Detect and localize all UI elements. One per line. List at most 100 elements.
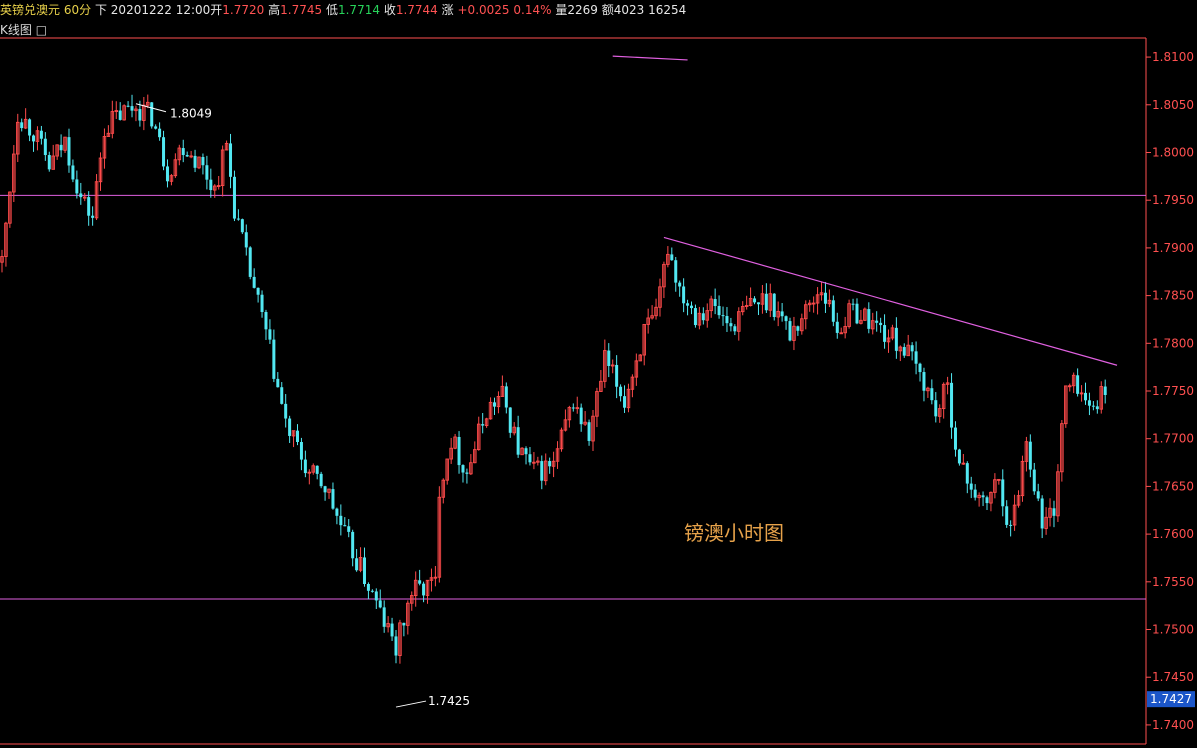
candle-body [20,122,24,129]
candle-body [268,329,272,340]
y-tick-label: 1.7400 [1152,718,1194,732]
high-annotation-label: 1.8049 [170,107,212,121]
candle-body [717,306,721,316]
candle-body [87,197,91,216]
trendline [612,55,688,61]
low-annotation-label: 1.7425 [428,694,470,708]
candle-body [390,623,394,637]
y-tick-label: 1.8000 [1152,145,1194,159]
candle-body [236,218,240,220]
candle-body [493,402,496,407]
y-tick-label: 1.7600 [1152,527,1194,541]
candle-body [465,472,469,474]
candle-body [284,403,288,419]
candle-body [953,427,957,450]
candle-body [1009,524,1013,526]
candle-body [351,531,355,559]
candle-body [930,388,934,401]
candle-body [181,148,185,156]
candle-body [508,407,512,433]
y-tick-label: 1.7500 [1152,623,1194,637]
candle-body [729,323,733,327]
candle-body [934,400,938,417]
candle-body [780,311,784,317]
candle-body [59,144,63,151]
candle-body [670,254,674,261]
candle-body [138,109,142,121]
candle-body [370,590,374,592]
candle-body [71,165,75,180]
candle-body [851,303,855,305]
candle-body [579,407,583,425]
candle-body [910,345,914,352]
candle-body [394,636,398,656]
candle-body [150,102,154,127]
candle-body [296,430,299,443]
candle-body [1028,441,1032,470]
candle-body [209,179,213,191]
candle-body [260,294,264,312]
y-tick-label: 1.7550 [1152,575,1194,589]
candle-body [335,508,339,516]
candlestick-chart[interactable]: 1.8049 1.7425 1.8100 1.8050 1.8000 1.7950 1.7… [0,0,1197,748]
candle-body [516,427,520,455]
candle-body [788,321,792,341]
candle-body [272,339,276,379]
candle-body [1095,406,1099,410]
candle-body [713,299,717,307]
candle-body [67,137,71,166]
candle-body [1032,469,1036,492]
candle-body [264,311,268,330]
y-tick-label: 1.8050 [1152,98,1194,112]
candle-body [378,600,382,608]
candle-body [894,327,898,351]
candle-body [950,382,954,428]
candle-body [355,558,359,571]
candle-body [835,321,839,333]
candle-body [764,293,768,311]
candle-body [28,119,32,136]
candle-body [674,260,678,283]
candle-body [347,526,351,532]
candle-body [366,584,370,591]
candle-body [130,106,134,111]
candle-body [623,396,627,408]
candle-body [823,292,827,304]
candle-body [1076,375,1080,394]
candle-body [796,326,800,331]
y-tick-label: 1.7900 [1152,241,1194,255]
candle-body [461,465,465,473]
candle-body [701,313,705,321]
y-tick-label: 1.7750 [1152,384,1194,398]
candle-body [721,315,725,317]
y-tick-label: 1.7950 [1152,193,1194,207]
candle-body [922,372,926,391]
y-tick-label: 1.7850 [1152,289,1194,303]
candle-body [981,495,985,498]
candle-body [232,176,236,219]
candle-body [193,155,197,168]
candle-body [902,347,906,356]
trendline [663,236,1118,366]
candle-body [615,364,619,387]
candle-body [725,316,729,324]
candle-body [883,325,887,342]
candle-body [288,418,292,436]
candle-body [571,407,575,409]
candle-body [280,387,284,404]
candle-body [319,473,323,487]
candle-body [32,135,36,142]
candle-body [276,378,280,388]
candle-body [1091,405,1095,407]
candle-body [855,303,859,324]
candle-body [1087,400,1091,406]
y-tick-label: 1.7450 [1152,670,1194,684]
candle-body [504,386,508,408]
candle-body [422,583,426,596]
candle-body [382,607,386,627]
candle-body [957,449,961,464]
candle-body [607,350,611,367]
candle-body [323,486,327,493]
candle-body [343,525,347,527]
candle-body [248,247,252,277]
